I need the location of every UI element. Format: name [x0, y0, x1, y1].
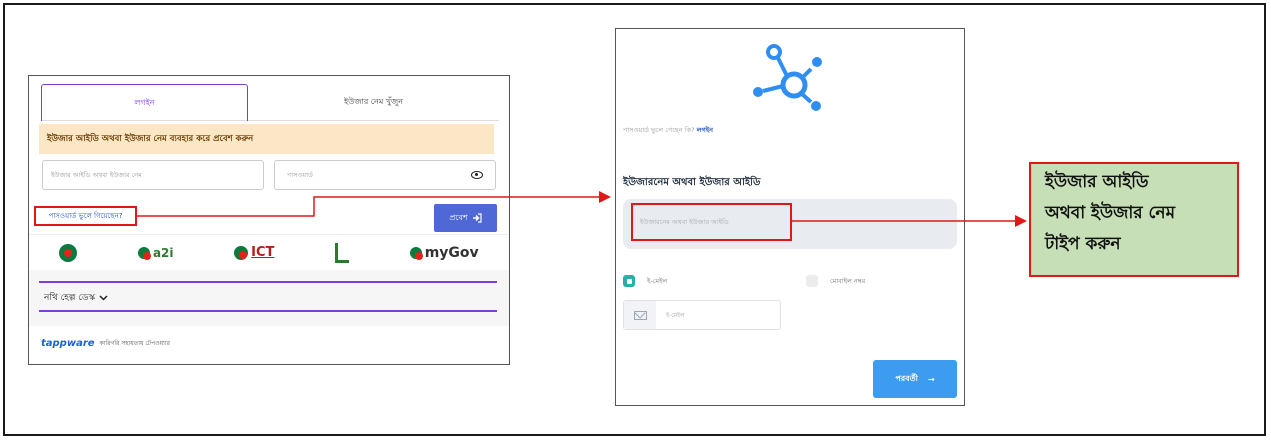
tab-find-username[interactable]: ইউজার নেম খুঁজুন — [248, 84, 499, 121]
login-page-panel: লগইন ইউজার নেম খুঁজুন ইউজার আইডি অথবা ইউ… — [28, 75, 510, 365]
partner-logos: a2i ICT myGov — [29, 234, 509, 270]
email-icon-box — [624, 301, 656, 329]
forgot-password-text: পাসওয়ার্ড ভুলে গেছেন কি? — [623, 126, 695, 134]
radio-mobile-label: মোবাইল নম্বর — [830, 276, 866, 285]
network-logo-icon — [753, 44, 822, 111]
mygov-logo: myGov — [409, 245, 479, 261]
login-button[interactable]: প্রবেশ — [434, 204, 497, 232]
divider — [39, 310, 497, 312]
username-input[interactable]: ইউজারনেম অথবা ইউজার আইডি — [631, 203, 792, 241]
chevron-down-icon — [99, 294, 108, 301]
radio-checked-icon — [623, 275, 635, 287]
username-input-container: ইউজারনেম অথবা ইউজার আইডি — [623, 199, 957, 249]
email-placeholder: ই-মেইল — [666, 311, 685, 319]
login-tabs: লগইন ইউজার নেম খুঁজুন — [41, 84, 499, 121]
divider — [39, 281, 497, 283]
email-input[interactable]: ই-মেইল — [623, 300, 781, 330]
password-field[interactable]: পাসওয়ার্ড — [274, 160, 496, 190]
username-label: ইউজারনেম অথবা ইউজার আইডি — [623, 177, 761, 188]
instruction-callout: ইউজার আইডি অথবা ইউজার নেম টাইপ করুন — [1029, 162, 1239, 277]
envelope-icon — [633, 310, 647, 320]
ict-logo: ICT — [234, 245, 274, 260]
password-placeholder: পাসওয়ার্ড — [287, 170, 313, 179]
new-login-panel: পাসওয়ার্ড ভুলে গেছেন কি? লগইন ইউজারনেম … — [615, 28, 965, 406]
next-button-label: পরবর্তী — [895, 373, 918, 383]
radio-email[interactable]: ই-মেইল — [623, 275, 667, 287]
tab-login[interactable]: লগইন — [41, 84, 248, 121]
radio-mobile[interactable]: মোবাইল নম্বর — [806, 275, 865, 287]
sign-in-icon — [472, 213, 482, 223]
info-banner: ইউজার আইডি অথবা ইউজার নেম ব্যবহার করে প্… — [39, 124, 494, 154]
eye-icon[interactable] — [471, 171, 483, 179]
arrow-right-icon: → — [927, 374, 935, 384]
radio-email-label: ই-মেইল — [647, 276, 668, 285]
next-button[interactable]: পরবর্তী → — [873, 360, 957, 398]
footer-text: কারিগরি সহায়তায় টেপওয়্যার — [99, 340, 170, 347]
forgot-password-line: পাসওয়ার্ড ভুলে গেছেন কি? লগইন — [623, 125, 713, 136]
help-desk-label: নথি হেল্প ডেস্ক — [44, 293, 96, 303]
help-desk-toggle[interactable]: নথি হেল্প ডেস্ক — [44, 290, 108, 305]
radio-unchecked-icon — [806, 275, 818, 287]
a2i-logo: a2i — [137, 246, 174, 260]
contact-method-radios: ই-মেইল মোবাইল নম্বর — [623, 275, 953, 289]
footer: tappware কারিগরি সহায়তায় টেপওয়্যার — [41, 338, 170, 349]
bangladesh-govt-logo — [59, 243, 78, 262]
userid-field[interactable]: ইউজার আইডি অথবা ইউজার নেম — [42, 160, 264, 190]
plant-logo — [335, 242, 350, 263]
tappware-logo: tappware — [41, 338, 95, 349]
login-link[interactable]: লগইন — [697, 126, 713, 134]
forgot-password-link[interactable]: পাসওয়ার্ড ভুলে গিয়েছেন? — [34, 206, 137, 226]
login-button-label: প্রবেশ — [449, 212, 468, 222]
